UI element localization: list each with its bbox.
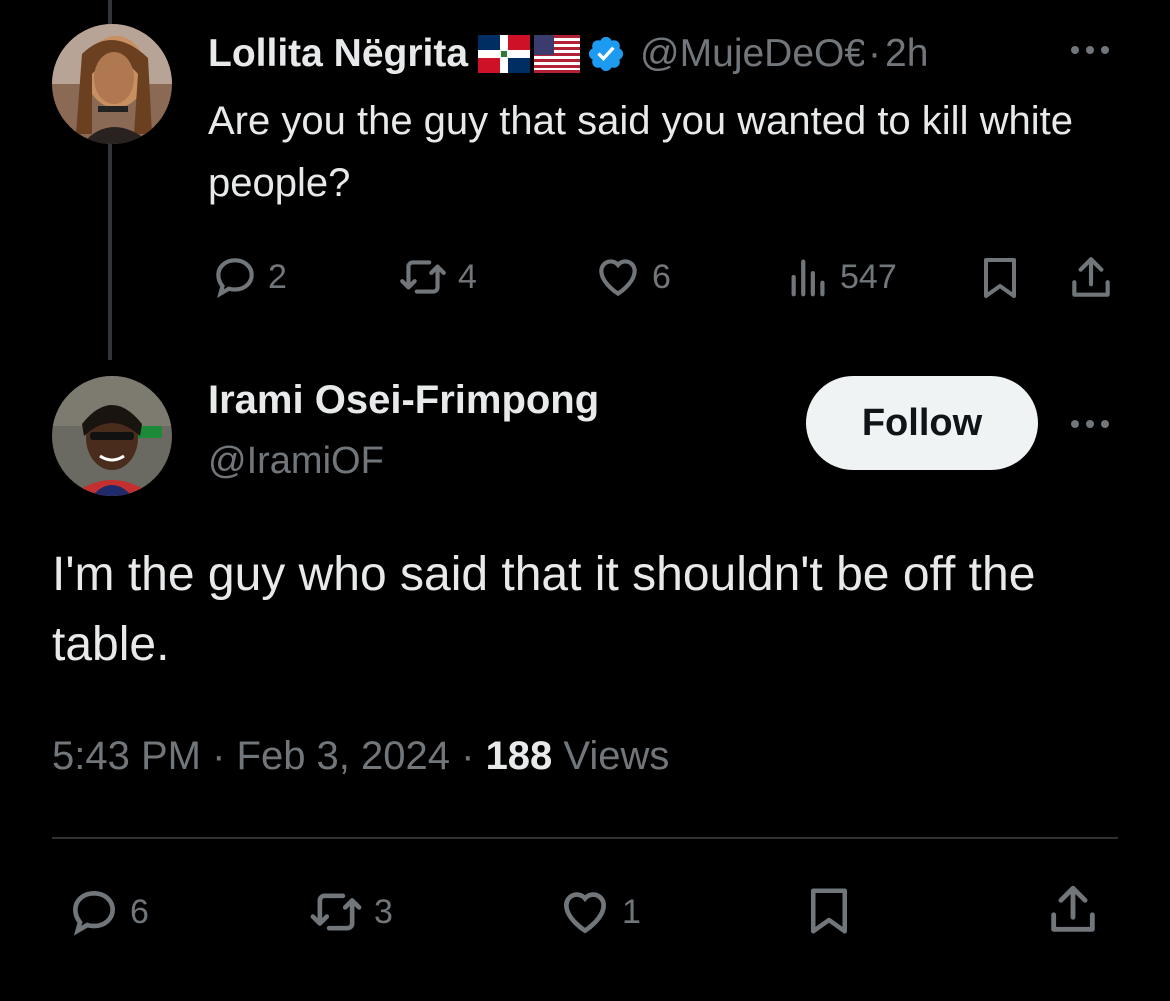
main-share-button[interactable] [1044,880,1102,940]
main-avatar[interactable] [52,376,172,496]
main-reply-count: 6 [130,892,149,931]
parent-views-count: 547 [840,257,897,296]
main-display-name[interactable]: Irami Osei-Frimpong [208,378,599,423]
flag-emojis [478,35,581,73]
like-heart-icon [599,259,637,297]
parent-bookmark-button[interactable] [976,252,1024,304]
dominican-republic-flag-icon [478,35,531,73]
views-chart-icon [791,259,825,297]
parent-repost-button[interactable]: 4 [396,252,477,302]
main-bookmark-button[interactable] [802,880,856,942]
bookmark-icon [984,258,1016,298]
header-separator: · [868,32,882,75]
parent-share-button[interactable] [1066,252,1116,304]
repost-icon [400,260,446,294]
main-tweet-text: I'm the guy who said that it shouldn't b… [52,548,1036,671]
share-icon [1072,257,1110,297]
views-count: 188 [485,734,553,778]
parent-tweet-text: Are you the guy that said you wanted to … [208,99,1073,205]
tweet-metadata: 5:43 PM · Feb 3, 2024 · 188 Views [52,734,669,779]
reply-icon [72,890,116,936]
parent-tweet-header: Lollita Nëgrita @MujeDeO€ · 2h [208,26,928,82]
parent-avatar[interactable] [52,24,172,144]
parent-like-count: 6 [652,257,671,296]
like-heart-icon [563,892,607,934]
parent-time[interactable]: 2h [885,32,928,76]
main-repost-count: 3 [374,892,393,931]
parent-reply-button[interactable]: 2 [210,252,287,302]
follow-button[interactable]: Follow [806,376,1038,470]
parent-more-options-icon[interactable] [1068,40,1112,65]
parent-views-button[interactable]: 547 [786,252,897,302]
main-like-count: 1 [622,892,641,931]
parent-reply-count: 2 [268,257,287,296]
reply-icon [216,258,254,299]
parent-repost-count: 4 [458,257,477,296]
share-icon [1051,885,1095,932]
main-repost-button[interactable]: 3 [306,884,393,940]
verified-badge-icon [586,34,626,74]
united-states-flag-icon [534,35,581,73]
parent-handle[interactable]: @MujeDeO€ [640,32,864,76]
repost-icon [310,893,362,931]
divider [52,837,1118,839]
tweet-timestamp[interactable]: 5:43 PM · Feb 3, 2024 · [52,734,486,778]
parent-like-button[interactable]: 6 [592,252,671,302]
main-more-options-icon[interactable] [1068,414,1112,439]
main-reply-button[interactable]: 6 [66,884,149,940]
parent-display-name[interactable]: Lollita Nëgrita [208,32,468,76]
bookmark-icon [811,888,847,934]
views-label: Views [552,734,670,778]
main-like-button[interactable]: 1 [556,884,641,940]
main-handle[interactable]: @IramiOF [208,440,384,483]
